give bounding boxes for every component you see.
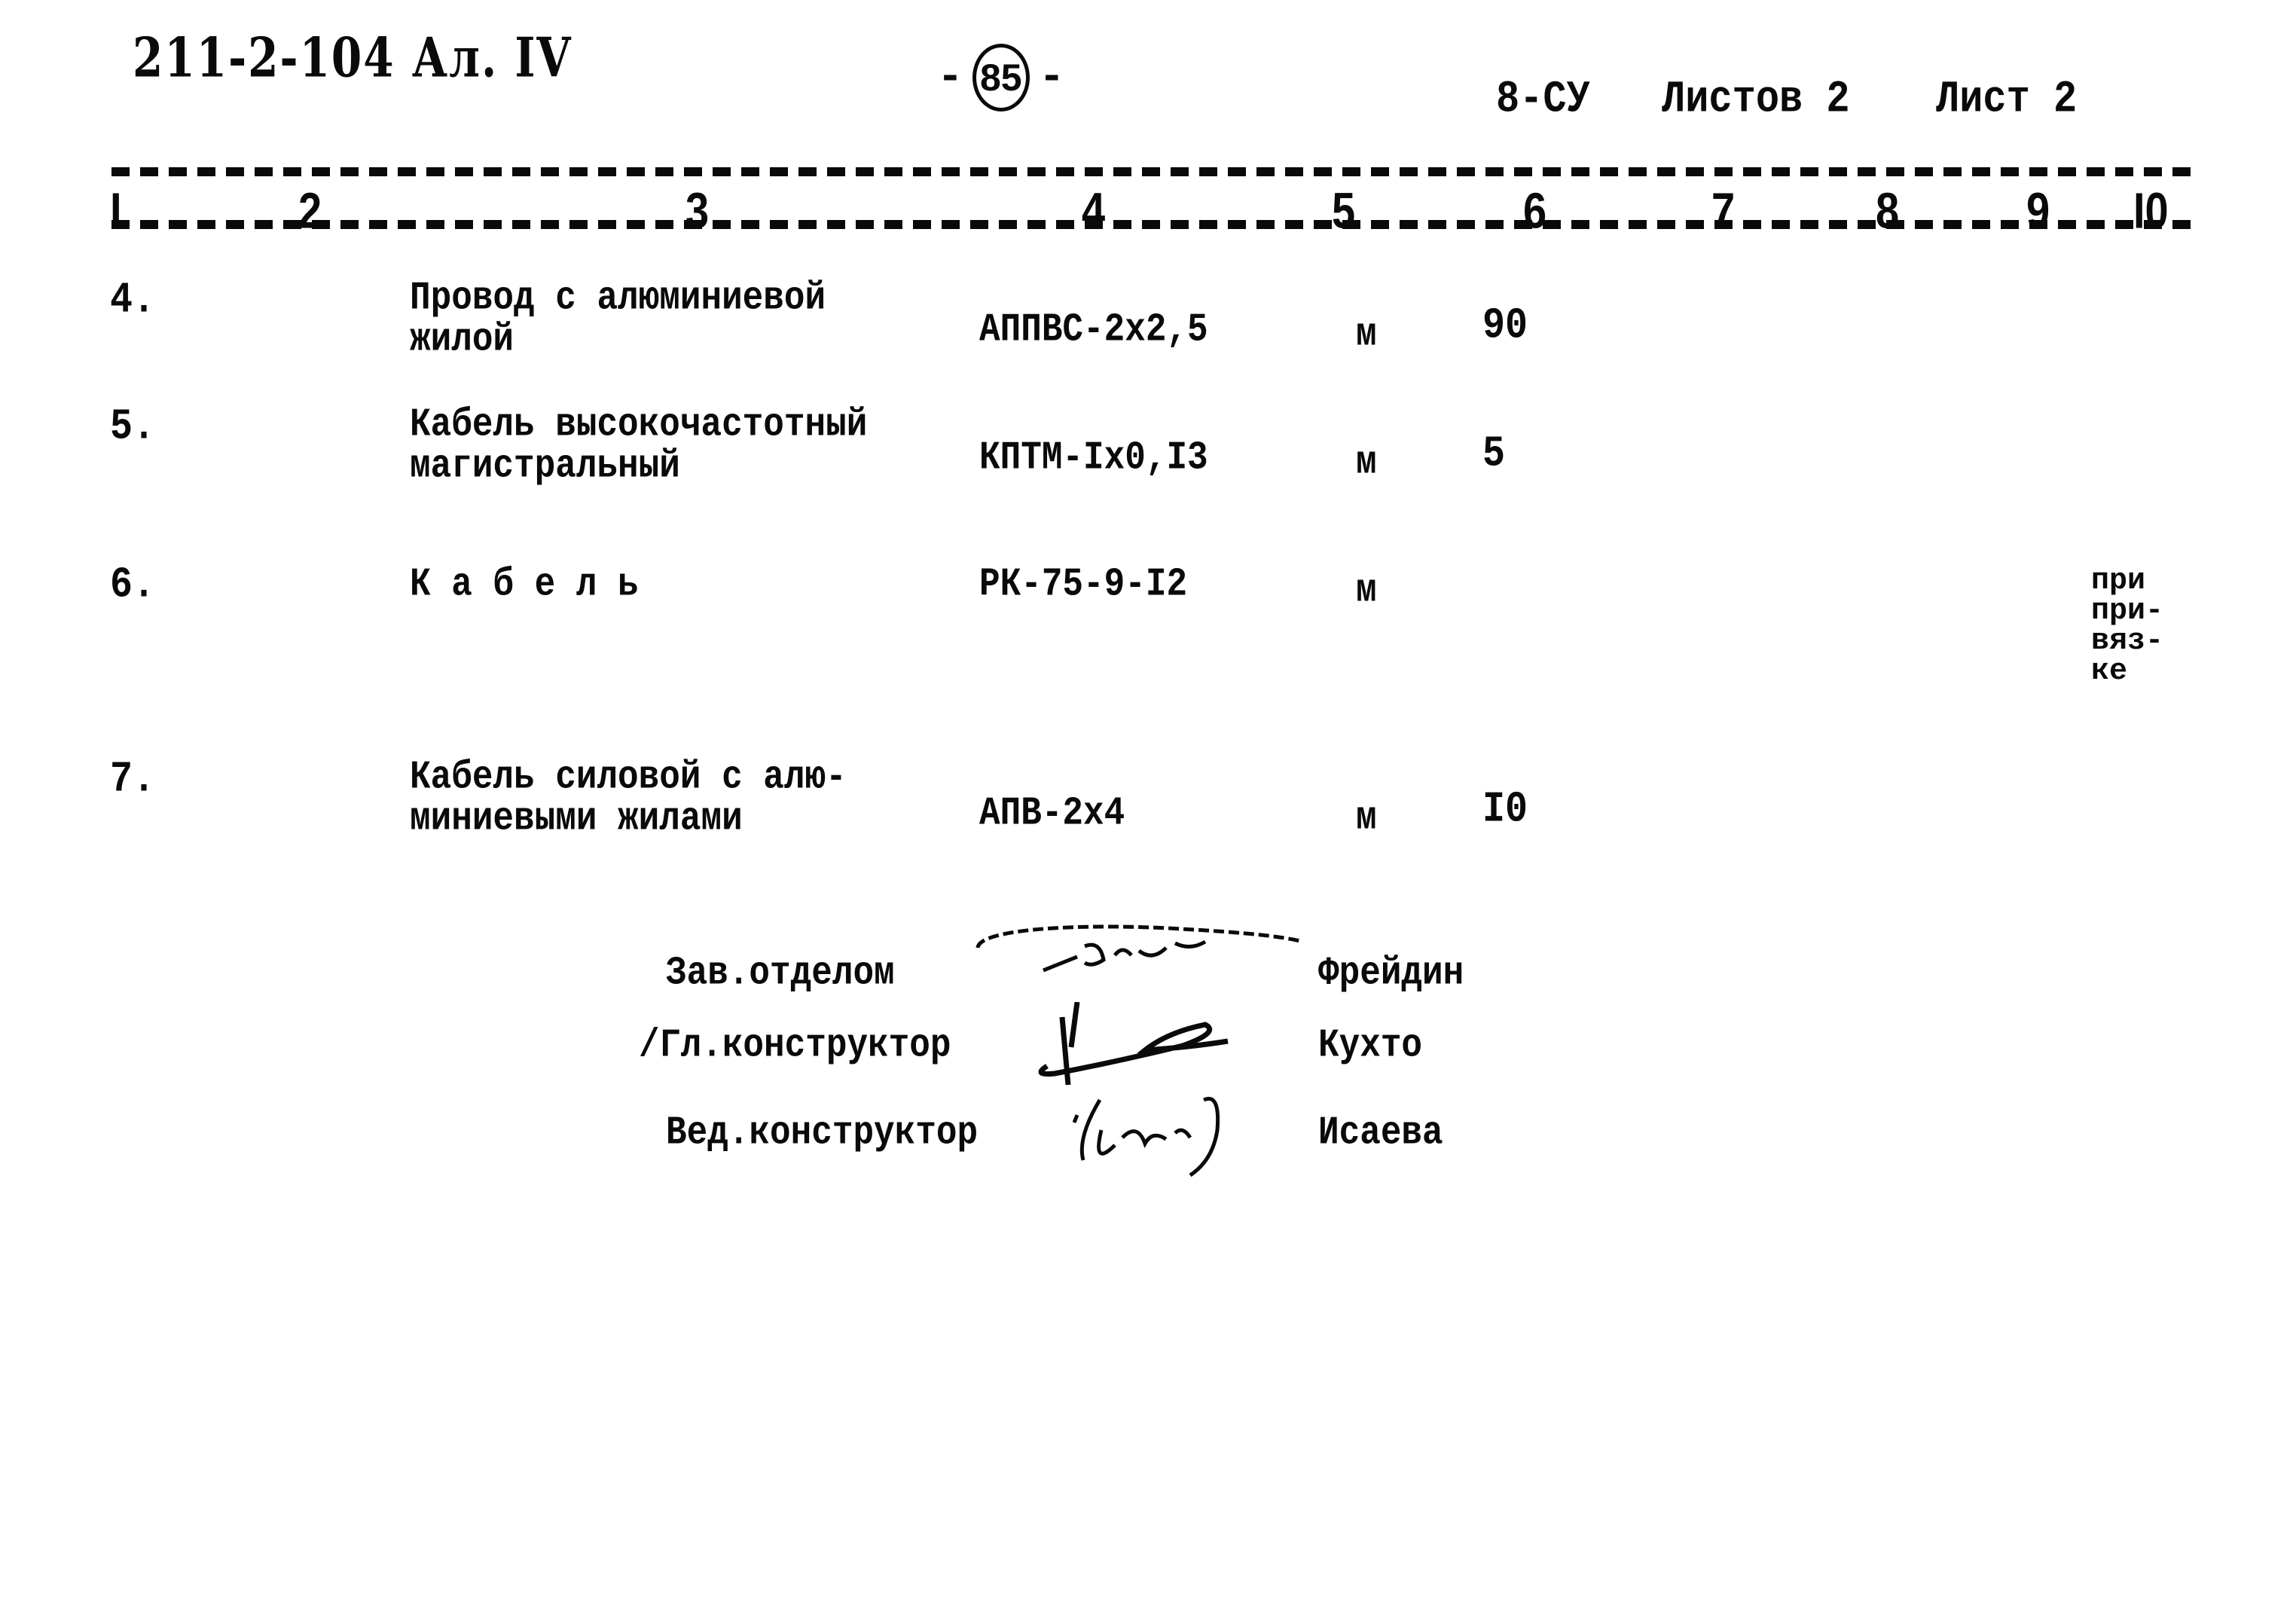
signature-role-prefix: /: [639, 1023, 660, 1068]
column-number: 8: [1876, 182, 1900, 239]
dash-right: -: [1038, 53, 1065, 102]
handwritten-signature-icon: [1072, 1097, 1220, 1178]
row-type: АППВС-2х2,5: [979, 307, 1208, 353]
row-name: Кабель силовой с алю- миниевыми жилами: [410, 754, 847, 842]
row-name: Провод с алюминиевой жилой: [410, 275, 826, 362]
column-number: 6: [1523, 182, 1547, 239]
signature-role: Зав.отделом: [666, 951, 895, 996]
row-quantity: 90: [1482, 301, 1528, 351]
row-position: 7.: [110, 755, 156, 805]
column-number: 3: [685, 182, 710, 239]
signature-role: Вед.конструктор: [666, 1110, 979, 1156]
signature-role: Гл.конструктор: [660, 1023, 951, 1068]
row-position: 6.: [110, 561, 156, 610]
sheets-total: Листов 2: [1662, 74, 1850, 125]
page-number: - 85 -: [937, 44, 1065, 111]
sheet-code: 8-СУ: [1496, 74, 1590, 125]
row-quantity: 5: [1482, 429, 1506, 479]
signatory-name: Кухто: [1318, 1023, 1423, 1068]
sheet-number: Лист 2: [1936, 74, 2078, 125]
column-number: I: [110, 182, 122, 239]
row-unit: м: [1356, 311, 1377, 357]
row-position: 5.: [110, 402, 156, 452]
column-number: 7: [1711, 182, 1736, 239]
handwritten-signature-icon: [975, 924, 1304, 973]
signatory-name: Исаева: [1318, 1110, 1443, 1156]
column-number: 4: [1082, 182, 1106, 239]
dash-left: -: [937, 53, 963, 102]
column-number: 5: [1332, 182, 1356, 239]
row-note: при при- вяз- ке: [2091, 564, 2164, 689]
row-unit: м: [1356, 795, 1377, 841]
column-number: 2: [298, 182, 322, 239]
column-number: I0: [2133, 182, 2169, 239]
handwritten-signature-icon: [1038, 1002, 1229, 1086]
page-number-circle: 85: [972, 44, 1030, 111]
document-reference-handwritten: 211-2-104 Ал. IV: [133, 26, 572, 90]
row-type: РК-75-9-I2: [979, 561, 1188, 607]
row-name: Кабель высокочастотный магистральный: [410, 402, 868, 489]
column-number: 9: [2026, 182, 2050, 239]
row-type: КПТМ-Iх0,I3: [979, 435, 1208, 481]
row-type: АПВ-2х4: [979, 790, 1125, 836]
row-quantity: I0: [1482, 785, 1528, 835]
row-position: 4.: [110, 276, 156, 325]
signatory-name: Фрейдин: [1318, 951, 1464, 996]
header-dashed-line-top: [111, 167, 2191, 176]
row-name: К а б е л ь: [410, 561, 639, 607]
row-unit: м: [1356, 439, 1377, 485]
row-unit: м: [1356, 567, 1377, 613]
